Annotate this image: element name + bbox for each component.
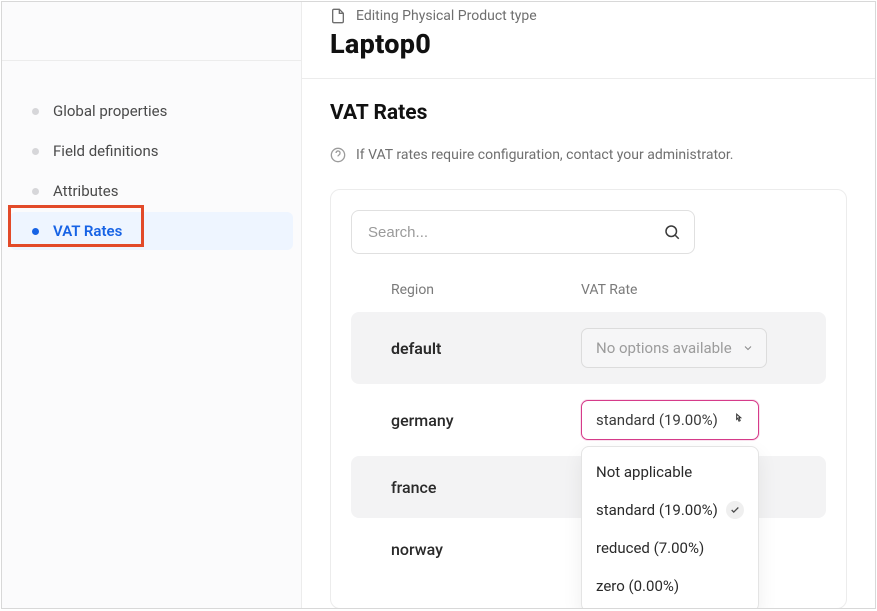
- option-label: Not applicable: [596, 463, 692, 481]
- region-cell: france: [391, 478, 581, 497]
- main-content: Editing Physical Product type Laptop0 VA…: [302, 2, 875, 608]
- sidebar-nav: Global properties Field definitions Attr…: [2, 62, 301, 250]
- sidebar-item-global-properties[interactable]: Global properties: [10, 92, 293, 130]
- rate-cell: No options available: [581, 328, 786, 368]
- region-cell: default: [391, 339, 581, 358]
- region-cell: germany: [391, 411, 581, 430]
- breadcrumb-text: Editing Physical Product type: [356, 8, 537, 24]
- chevron-down-icon: [742, 342, 754, 354]
- search-input[interactable]: [351, 210, 695, 254]
- help-icon: [330, 147, 346, 163]
- dropdown-option-standard[interactable]: standard (19.00%): [582, 491, 758, 529]
- sidebar: Global properties Field definitions Attr…: [2, 2, 302, 608]
- bullet-icon: [32, 188, 39, 195]
- vat-select-default: No options available: [581, 328, 767, 368]
- cursor-pointer-icon: [732, 413, 746, 427]
- sidebar-divider: [2, 60, 302, 61]
- page-title: Laptop0: [330, 28, 847, 60]
- sidebar-item-field-definitions[interactable]: Field definitions: [10, 132, 293, 170]
- document-icon: [330, 8, 346, 24]
- option-label: reduced (7.00%): [596, 539, 704, 557]
- table-row: germany standard (19.00%) Not applicable…: [351, 384, 826, 456]
- table-row: default No options available: [351, 312, 826, 384]
- rate-cell: standard (19.00%) Not applicable standar…: [581, 400, 786, 440]
- check-icon: [726, 501, 744, 519]
- bullet-icon: [32, 228, 39, 235]
- divider: [302, 78, 875, 79]
- sidebar-item-label: Attributes: [53, 182, 119, 200]
- search-icon: [663, 223, 681, 241]
- select-value: standard (19.00%): [596, 411, 718, 429]
- sidebar-item-attributes[interactable]: Attributes: [10, 172, 293, 210]
- dropdown-option-not-applicable[interactable]: Not applicable: [582, 453, 758, 491]
- table-header: Region VAT Rate: [351, 272, 826, 312]
- breadcrumb: Editing Physical Product type: [330, 2, 847, 24]
- vat-dropdown: Not applicable standard (19.00%) reduced…: [581, 446, 759, 608]
- select-value: No options available: [596, 339, 732, 357]
- option-label: zero (0.00%): [596, 577, 679, 595]
- help-text: If VAT rates require configuration, cont…: [356, 147, 733, 163]
- vat-select-germany[interactable]: standard (19.00%): [581, 400, 759, 440]
- bullet-icon: [32, 148, 39, 155]
- sidebar-item-label: VAT Rates: [53, 222, 122, 240]
- vat-panel: Region VAT Rate default No options avail…: [330, 189, 847, 608]
- search-wrap: [351, 210, 695, 254]
- help-row: If VAT rates require configuration, cont…: [330, 147, 847, 163]
- col-head-rate: VAT Rate: [581, 282, 786, 298]
- app-frame: Global properties Field definitions Attr…: [1, 1, 876, 609]
- section-title: VAT Rates: [330, 101, 847, 125]
- dropdown-option-reduced[interactable]: reduced (7.00%): [582, 529, 758, 567]
- col-head-region: Region: [391, 282, 581, 298]
- dropdown-option-zero[interactable]: zero (0.00%): [582, 567, 758, 605]
- sidebar-item-vat-rates[interactable]: VAT Rates: [10, 212, 293, 250]
- sidebar-item-label: Field definitions: [53, 142, 159, 160]
- region-cell: norway: [391, 540, 581, 559]
- sidebar-item-label: Global properties: [53, 102, 167, 120]
- bullet-icon: [32, 108, 39, 115]
- option-label: standard (19.00%): [596, 501, 718, 519]
